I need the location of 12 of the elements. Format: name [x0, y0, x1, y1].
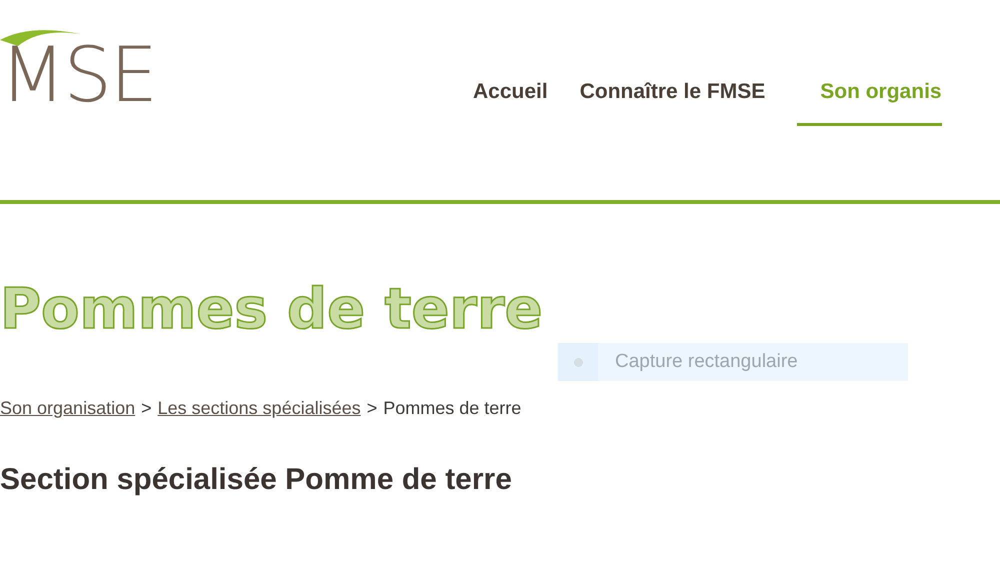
breadcrumb-current: Pommes de terre [383, 398, 522, 419]
breadcrumb-separator: > [366, 398, 378, 419]
breadcrumb-link[interactable]: Son organisation [0, 398, 136, 419]
breadcrumb-separator: > [141, 398, 152, 419]
nav-link[interactable]: Connaître le FMSE [580, 80, 766, 126]
page-title: Pommes de terre [0, 276, 544, 344]
nav-link[interactable]: Accueil [473, 80, 548, 126]
logo-text: MSE [0, 40, 157, 110]
tooltip-label: Capture rectangulaire [615, 351, 798, 373]
section-heading: Section spécialisée Pomme de terre [0, 463, 513, 497]
dot-icon [574, 358, 582, 366]
breadcrumb-link[interactable]: Les sections spécialisées [158, 398, 361, 419]
